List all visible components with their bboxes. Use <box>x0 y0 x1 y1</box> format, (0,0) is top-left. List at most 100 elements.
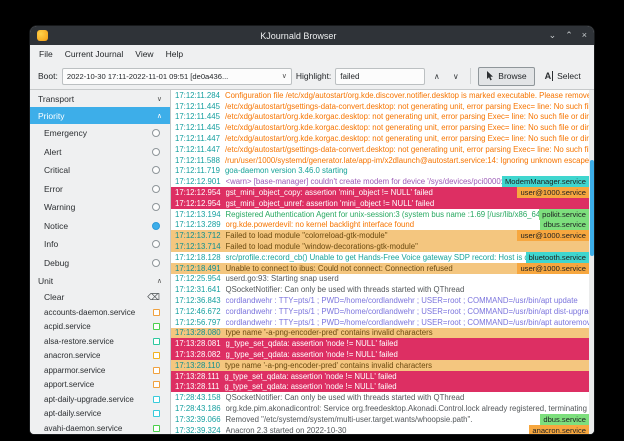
log-row[interactable]: 17:12:11.447/etc/xdg/autostart/gsettings… <box>171 144 589 155</box>
priority-option-debug[interactable]: Debug <box>30 254 170 273</box>
menu-item-file[interactable]: File <box>33 45 59 63</box>
log-message: /etc/xdg/autostart/org.kde.korgac.deskto… <box>225 134 589 143</box>
close-icon[interactable]: × <box>582 31 587 40</box>
log-row[interactable]: 17:13:28.081g_type_set_qdata: assertion … <box>171 338 589 349</box>
log-row[interactable]: 17:12:11.719goa-daemon version 3.46.0 st… <box>171 166 589 177</box>
radio-button[interactable] <box>152 259 160 267</box>
unit-filter-accounts-daemon-service[interactable]: accounts-daemon.service <box>30 305 170 320</box>
log-message: Configuration file /etc/xdg/autostart/or… <box>225 91 589 100</box>
log-row[interactable]: 17:12:18.491Unable to connect to ibus: C… <box>171 263 589 274</box>
titlebar[interactable]: KJournald Browser ⌄ ⌃ × <box>30 26 594 45</box>
radio-button[interactable] <box>152 166 160 174</box>
unit-checkbox[interactable] <box>153 338 160 345</box>
log-row[interactable]: 17:32:39.324Anacron 2.3 started on 2022-… <box>171 425 589 434</box>
menu-item-current-journal[interactable]: Current Journal <box>59 45 130 63</box>
log-row[interactable]: 17:12:11.445/etc/xdg/autostart/org.kde.k… <box>171 122 589 133</box>
unit-checkbox[interactable] <box>153 381 160 388</box>
log-row[interactable]: 17:12:11.445/etc/xdg/autostart/gsettings… <box>171 101 589 112</box>
log-row[interactable]: 17:28:43.158QSocketNotifier: Can only be… <box>171 392 589 403</box>
unit-checkbox[interactable] <box>153 367 160 374</box>
radio-button[interactable] <box>152 203 160 211</box>
search-prev-button[interactable]: ∧ <box>429 69 444 84</box>
unit-checkbox[interactable] <box>153 352 160 359</box>
unit-checkbox[interactable] <box>153 323 160 330</box>
unit-filter-label: apt-daily.service <box>44 409 101 418</box>
log-row[interactable]: 17:12:56.797cordlandwehr : TTY=pts/1 ; P… <box>171 317 589 328</box>
log-row[interactable]: 17:12:11.588/run/user/1000/systemd/gener… <box>171 155 589 166</box>
unit-filter-apt-daily-upgrade-service[interactable]: apt-daily-upgrade.service <box>30 392 170 407</box>
section-priority[interactable]: Priority ∧ <box>30 107 170 124</box>
log-row[interactable]: 17:12:18.128src/profile.c:record_cb() Un… <box>171 252 589 263</box>
priority-option-alert[interactable]: Alert <box>30 143 170 162</box>
log-row[interactable]: 17:12:13.194Registered Authentication Ag… <box>171 209 589 220</box>
log-timestamp: 17:12:11.284 <box>175 91 220 100</box>
priority-option-notice[interactable]: Notice <box>30 217 170 236</box>
highlight-input[interactable] <box>335 68 425 85</box>
section-transport[interactable]: Transport ∨ <box>30 90 170 107</box>
unit-checkbox[interactable] <box>153 309 160 316</box>
select-button[interactable]: A Select <box>539 67 587 86</box>
log-message: g_type_set_qdata: assertion 'node != NUL… <box>224 382 589 391</box>
unit-filter-apport-service[interactable]: apport.service <box>30 378 170 393</box>
boot-combobox[interactable]: 2022-10-30 17:11-2022-11-01 09:51 [de0a4… <box>62 68 292 85</box>
log-row[interactable]: 17:12:13.289org.kde.powerdevil: no kerne… <box>171 220 589 231</box>
unit-checkbox[interactable] <box>153 396 160 403</box>
radio-button[interactable] <box>152 148 160 156</box>
unit-checkbox[interactable] <box>153 425 160 432</box>
search-next-button[interactable]: ∨ <box>448 69 463 84</box>
menu-item-help[interactable]: Help <box>160 45 189 63</box>
scrollbar-handle[interactable] <box>590 160 594 256</box>
unit-filter-alsa-restore-service[interactable]: alsa-restore.service <box>30 334 170 349</box>
log-message: /etc/xdg/autostart/org.kde.korgac.deskto… <box>225 112 589 121</box>
priority-option-critical[interactable]: Critical <box>30 161 170 180</box>
log-timestamp: 17:12:12.954 <box>175 199 221 208</box>
log-row[interactable]: 17:12:36.843cordlandwehr : TTY=pts/1 ; P… <box>171 295 589 306</box>
maximize-icon[interactable]: ⌃ <box>565 31 573 40</box>
priority-option-warning[interactable]: Warning <box>30 198 170 217</box>
log-row[interactable]: 17:13:28.082g_type_set_qdata: assertion … <box>171 349 589 360</box>
log-row[interactable]: 17:12:31.641QSocketNotifier: Can only be… <box>171 284 589 295</box>
radio-button[interactable] <box>152 222 160 230</box>
log-row[interactable]: 17:12:12.901<warn> [base-manager] couldn… <box>171 176 589 187</box>
clear-units-button[interactable]: Clear ⌫ <box>30 289 170 305</box>
priority-option-info[interactable]: Info <box>30 235 170 254</box>
radio-button[interactable] <box>152 185 160 193</box>
log-row[interactable]: 17:12:11.445/etc/xdg/autostart/org.kde.k… <box>171 112 589 123</box>
log-row[interactable]: 17:12:13.714Failed to load module "windo… <box>171 241 589 252</box>
log-row[interactable]: 17:13:28.111g_type_set_qdata: assertion … <box>171 382 589 393</box>
log-row[interactable]: 17:13:28.110type name '-a-png-encoder-pr… <box>171 360 589 371</box>
log-row[interactable]: 17:12:12.954gst_mini_object_copy: assert… <box>171 187 589 198</box>
unit-filter-apt-daily-service[interactable]: apt-daily.service <box>30 407 170 422</box>
boot-label: Boot: <box>38 71 58 81</box>
menu-item-view[interactable]: View <box>129 45 159 63</box>
unit-filter-avahi-daemon-service[interactable]: avahi-daemon.service <box>30 421 170 434</box>
unit-checkbox[interactable] <box>153 410 160 417</box>
unit-filter-anacron-service[interactable]: anacron.service <box>30 349 170 364</box>
log-row[interactable]: 17:12:13.712Failed to load module "color… <box>171 230 589 241</box>
unit-filter-apparmor-service[interactable]: apparmor.service <box>30 363 170 378</box>
radio-button[interactable] <box>152 129 160 137</box>
unit-filter-label: acpid.service <box>44 322 91 331</box>
log-row[interactable]: 17:12:11.284 Configuration file /etc/xdg/… <box>171 90 589 101</box>
scrollbar[interactable] <box>589 90 594 434</box>
browse-button[interactable]: Browse <box>478 67 534 86</box>
priority-option-label: Emergency <box>44 128 87 138</box>
log-timestamp: 17:28:43.186 <box>175 404 221 413</box>
log-row[interactable]: 17:32:39.066Removed "/etc/systemd/system… <box>171 414 589 425</box>
radio-button[interactable] <box>152 240 160 248</box>
section-unit[interactable]: Unit ∧ <box>30 272 170 289</box>
priority-option-label: Debug <box>44 258 69 268</box>
text-select-icon: A <box>545 71 554 81</box>
log-row[interactable]: 17:13:28.080type name '-a-png-encoder-pr… <box>171 328 589 339</box>
unit-filter-acpid-service[interactable]: acpid.service <box>30 320 170 335</box>
log-row[interactable]: 17:12:25.954userd.go:93: Starting snap u… <box>171 274 589 285</box>
log-row[interactable]: 17:12:12.954gst_mini_object_unref: asser… <box>171 198 589 209</box>
log-row[interactable]: 17:28:43.186org.kde.pim.akonadicontrol: … <box>171 403 589 414</box>
log-row[interactable]: 17:13:28.111g_type_set_qdata: assertion … <box>171 371 589 382</box>
log-row[interactable]: 17:12:46.672cordlandwehr : TTY=pts/1 ; P… <box>171 306 589 317</box>
log-timestamp: 17:12:13.712 <box>175 231 221 240</box>
log-row[interactable]: 17:12:11.447/etc/xdg/autostart/org.kde.k… <box>171 133 589 144</box>
minimize-icon[interactable]: ⌄ <box>549 31 557 40</box>
priority-option-error[interactable]: Error <box>30 180 170 199</box>
priority-option-emergency[interactable]: Emergency <box>30 124 170 143</box>
